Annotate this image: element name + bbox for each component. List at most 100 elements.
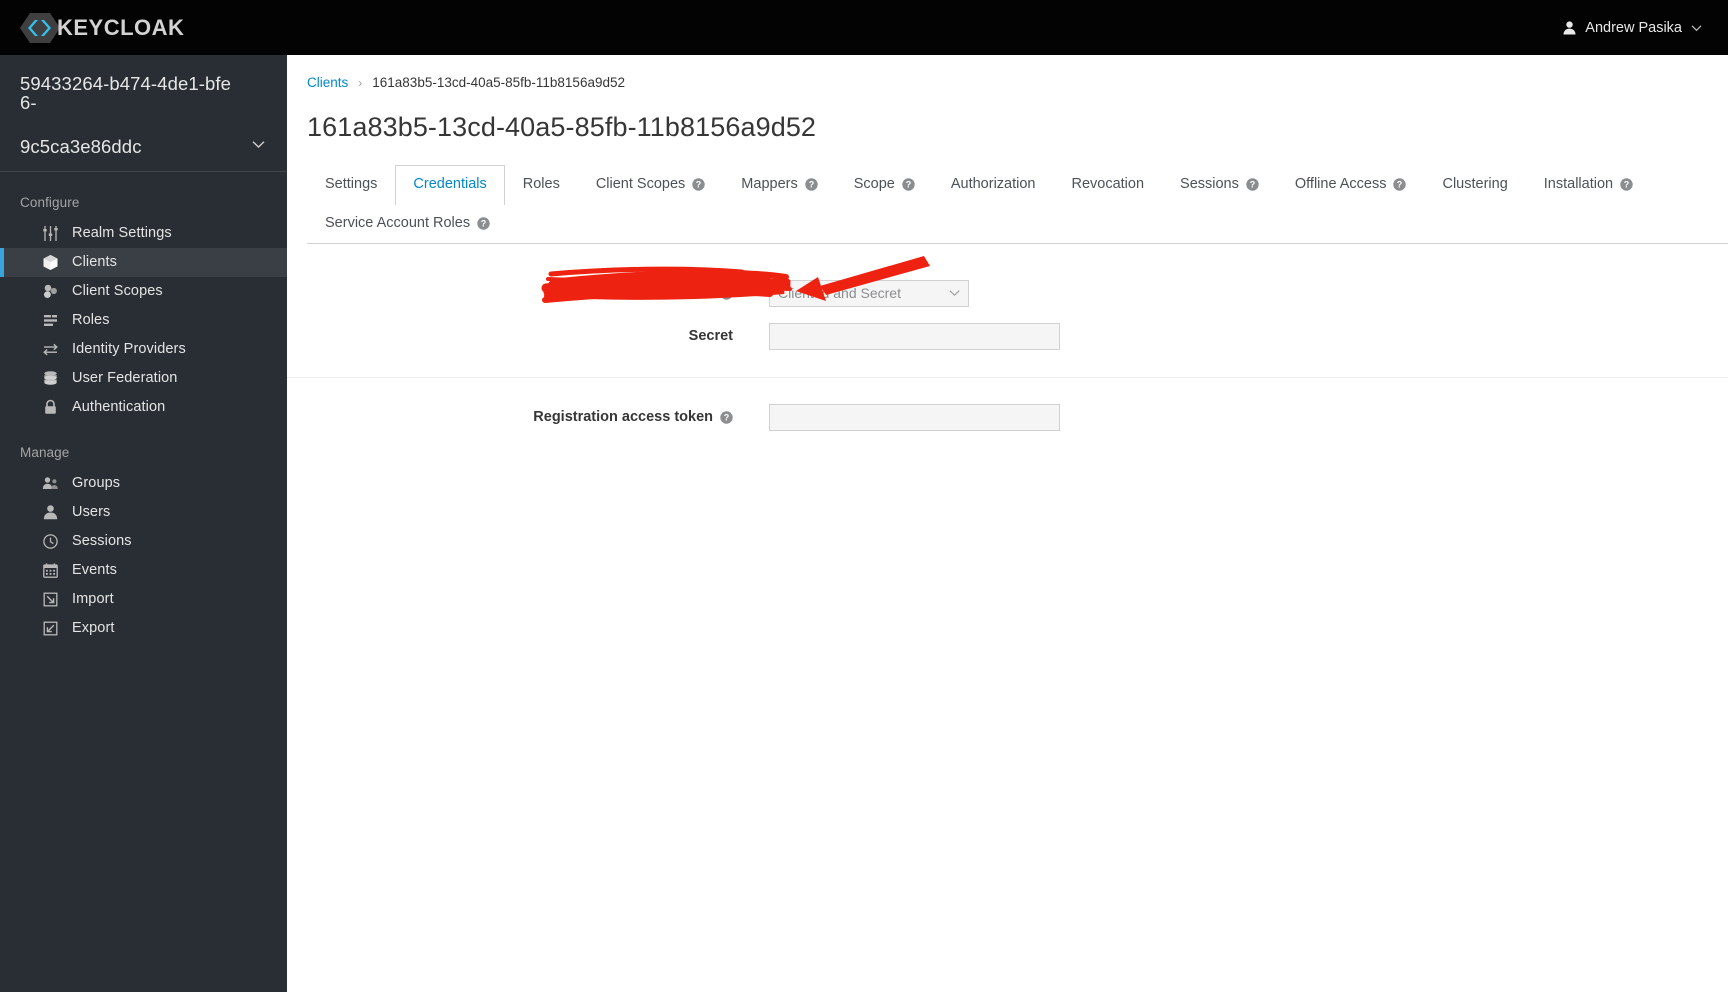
body-layout: 59433264-b474-4de1-bfe6- 9c5ca3e86ddc Co… — [0, 55, 1728, 992]
lock-icon — [45, 399, 56, 414]
sidebar-item-export[interactable]: Export — [0, 614, 287, 643]
user-icon — [43, 504, 58, 519]
svg-text:?: ? — [481, 219, 487, 229]
tab-label: Client Scopes — [595, 176, 686, 192]
keycloak-hexagon-logo-icon — [20, 12, 60, 43]
sliders-icon — [43, 225, 58, 241]
tab-client-scopes[interactable]: Client Scopes ? — [578, 165, 723, 205]
sidebar-item-sessions[interactable]: Sessions — [0, 527, 287, 556]
tab-settings[interactable]: Settings — [307, 165, 395, 205]
sidebar-item-roles[interactable]: Roles — [0, 306, 287, 335]
user-menu-button[interactable]: Andrew Pasika — [1555, 14, 1710, 42]
sidebar-item-import[interactable]: Import — [0, 585, 287, 614]
tab-service-account-roles[interactable]: Service Account Roles ? — [307, 204, 508, 244]
svg-text:?: ? — [1397, 180, 1403, 190]
secret-input[interactable] — [769, 322, 1060, 350]
database-icon — [44, 370, 57, 385]
svg-text:?: ? — [696, 180, 702, 190]
help-icon[interactable]: ? — [720, 287, 733, 300]
label-text: Client Authenticator — [574, 285, 713, 302]
exchange-arrows-icon — [43, 343, 58, 355]
import-arrow-icon — [43, 592, 58, 606]
chevron-down-icon — [949, 290, 960, 297]
help-icon[interactable]: ? — [1246, 178, 1259, 192]
sidebar-item-realm-settings[interactable]: Realm Settings — [0, 219, 287, 248]
sidebar-item-users[interactable]: Users — [0, 498, 287, 527]
tab-authorization[interactable]: Authorization — [933, 165, 1054, 205]
sidebar-item-authentication[interactable]: Authentication — [0, 393, 287, 422]
sidebar-item-label: Realm Settings — [72, 224, 172, 241]
breadcrumb-link-clients[interactable]: Clients — [307, 75, 348, 90]
sidebar-section-configure-title: Configure — [20, 194, 80, 210]
tab-credentials[interactable]: Credentials — [395, 165, 505, 205]
tab-label: Service Account Roles — [325, 214, 471, 231]
sidebar-item-label: Users — [72, 503, 111, 520]
client-detail-tabs: Settings Credentials Roles Client Scopes… — [307, 165, 1728, 244]
tab-offline-access[interactable]: Offline Access ? — [1277, 165, 1425, 205]
svg-text:?: ? — [808, 180, 814, 190]
chevron-down-icon — [252, 140, 265, 148]
sidebar-item-identity-providers[interactable]: Identity Providers — [0, 335, 287, 364]
list-bars-icon — [44, 314, 57, 326]
credentials-form: Client Authenticator ? Client Id and Sec… — [287, 244, 1728, 431]
secret-field-wrapper — [769, 322, 1060, 350]
molecule-icon — [44, 284, 57, 298]
sidebar-item-label: Export — [72, 619, 115, 636]
tab-clustering[interactable]: Clustering — [1424, 165, 1525, 205]
client-authenticator-select[interactable]: Client Id and Secret — [769, 279, 969, 307]
help-icon[interactable]: ? — [1620, 178, 1633, 192]
sidebar-item-label: Import — [72, 590, 114, 607]
tab-label: Settings — [325, 176, 378, 192]
sidebar-nav: Configure Realm Settings Clients Client … — [0, 172, 287, 643]
help-icon[interactable]: ? — [692, 178, 705, 192]
help-icon[interactable]: ? — [902, 178, 915, 192]
select-value: Client Id and Secret — [778, 285, 901, 302]
tab-roles[interactable]: Roles — [505, 165, 578, 205]
tab-scope[interactable]: Scope ? — [836, 165, 933, 205]
tab-label: Sessions — [1180, 176, 1239, 192]
sidebar-item-user-federation[interactable]: User Federation — [0, 364, 287, 393]
help-icon[interactable]: ? — [805, 178, 818, 192]
breadcrumb-separator: › — [358, 75, 363, 90]
tab-label: Roles — [522, 176, 560, 192]
keycloak-admin-console: KEYCLOAK Andrew Pasika 59433264-b474-4de… — [0, 0, 1728, 992]
sidebar-item-clients[interactable]: Clients — [0, 247, 287, 277]
secret-label: Secret — [287, 328, 769, 344]
svg-text:?: ? — [1250, 180, 1256, 190]
tab-installation[interactable]: Installation ? — [1526, 165, 1651, 205]
tab-revocation[interactable]: Revocation — [1053, 165, 1162, 205]
realm-name-line1: 59433264-b474-4de1-bfe6- — [20, 73, 232, 113]
help-icon[interactable]: ? — [1393, 178, 1407, 192]
tab-sessions[interactable]: Sessions ? — [1162, 165, 1277, 205]
help-icon[interactable]: ? — [720, 411, 733, 424]
sidebar-item-label: Client Scopes — [72, 282, 163, 299]
tab-label: Revocation — [1071, 176, 1145, 192]
sidebar-item-label: User Federation — [72, 369, 178, 386]
brand-logo-link[interactable]: KEYCLOAK — [20, 11, 184, 45]
tab-label: Scope — [853, 176, 895, 192]
form-row-secret: Secret — [287, 322, 1728, 350]
svg-text:?: ? — [724, 288, 730, 298]
realm-selector[interactable]: 59433264-b474-4de1-bfe6- 9c5ca3e86ddc — [0, 55, 287, 172]
sidebar-item-label: Sessions — [72, 532, 132, 549]
tab-mappers[interactable]: Mappers ? — [723, 165, 835, 205]
sidebar-item-groups[interactable]: Groups — [0, 469, 287, 498]
chevron-down-icon — [1691, 24, 1702, 31]
sidebar-item-events[interactable]: Events — [0, 556, 287, 585]
main-content: Clients › 161a83b5-13cd-40a5-85fb-11b815… — [287, 55, 1728, 992]
tab-label: Mappers — [741, 176, 798, 192]
help-icon[interactable]: ? — [477, 217, 490, 231]
registration-access-token-input[interactable] — [769, 403, 1060, 431]
page-title: 161a83b5-13cd-40a5-85fb-11b8156a9d52 — [307, 112, 817, 142]
tab-label: Installation — [1543, 176, 1614, 192]
breadcrumb-current: 161a83b5-13cd-40a5-85fb-11b8156a9d52 — [372, 75, 625, 90]
brand-name: KEYCLOAK — [57, 14, 185, 40]
tab-label: Clustering — [1442, 176, 1508, 192]
sidebar-item-client-scopes[interactable]: Client Scopes — [0, 277, 287, 306]
form-row-client-authenticator: Client Authenticator ? Client Id and Sec… — [287, 279, 1728, 307]
tab-label: Authorization — [950, 176, 1036, 192]
tab-label: Credentials — [413, 176, 487, 192]
label-text: Registration access token — [533, 409, 713, 426]
sidebar-item-label: Authentication — [72, 398, 166, 415]
